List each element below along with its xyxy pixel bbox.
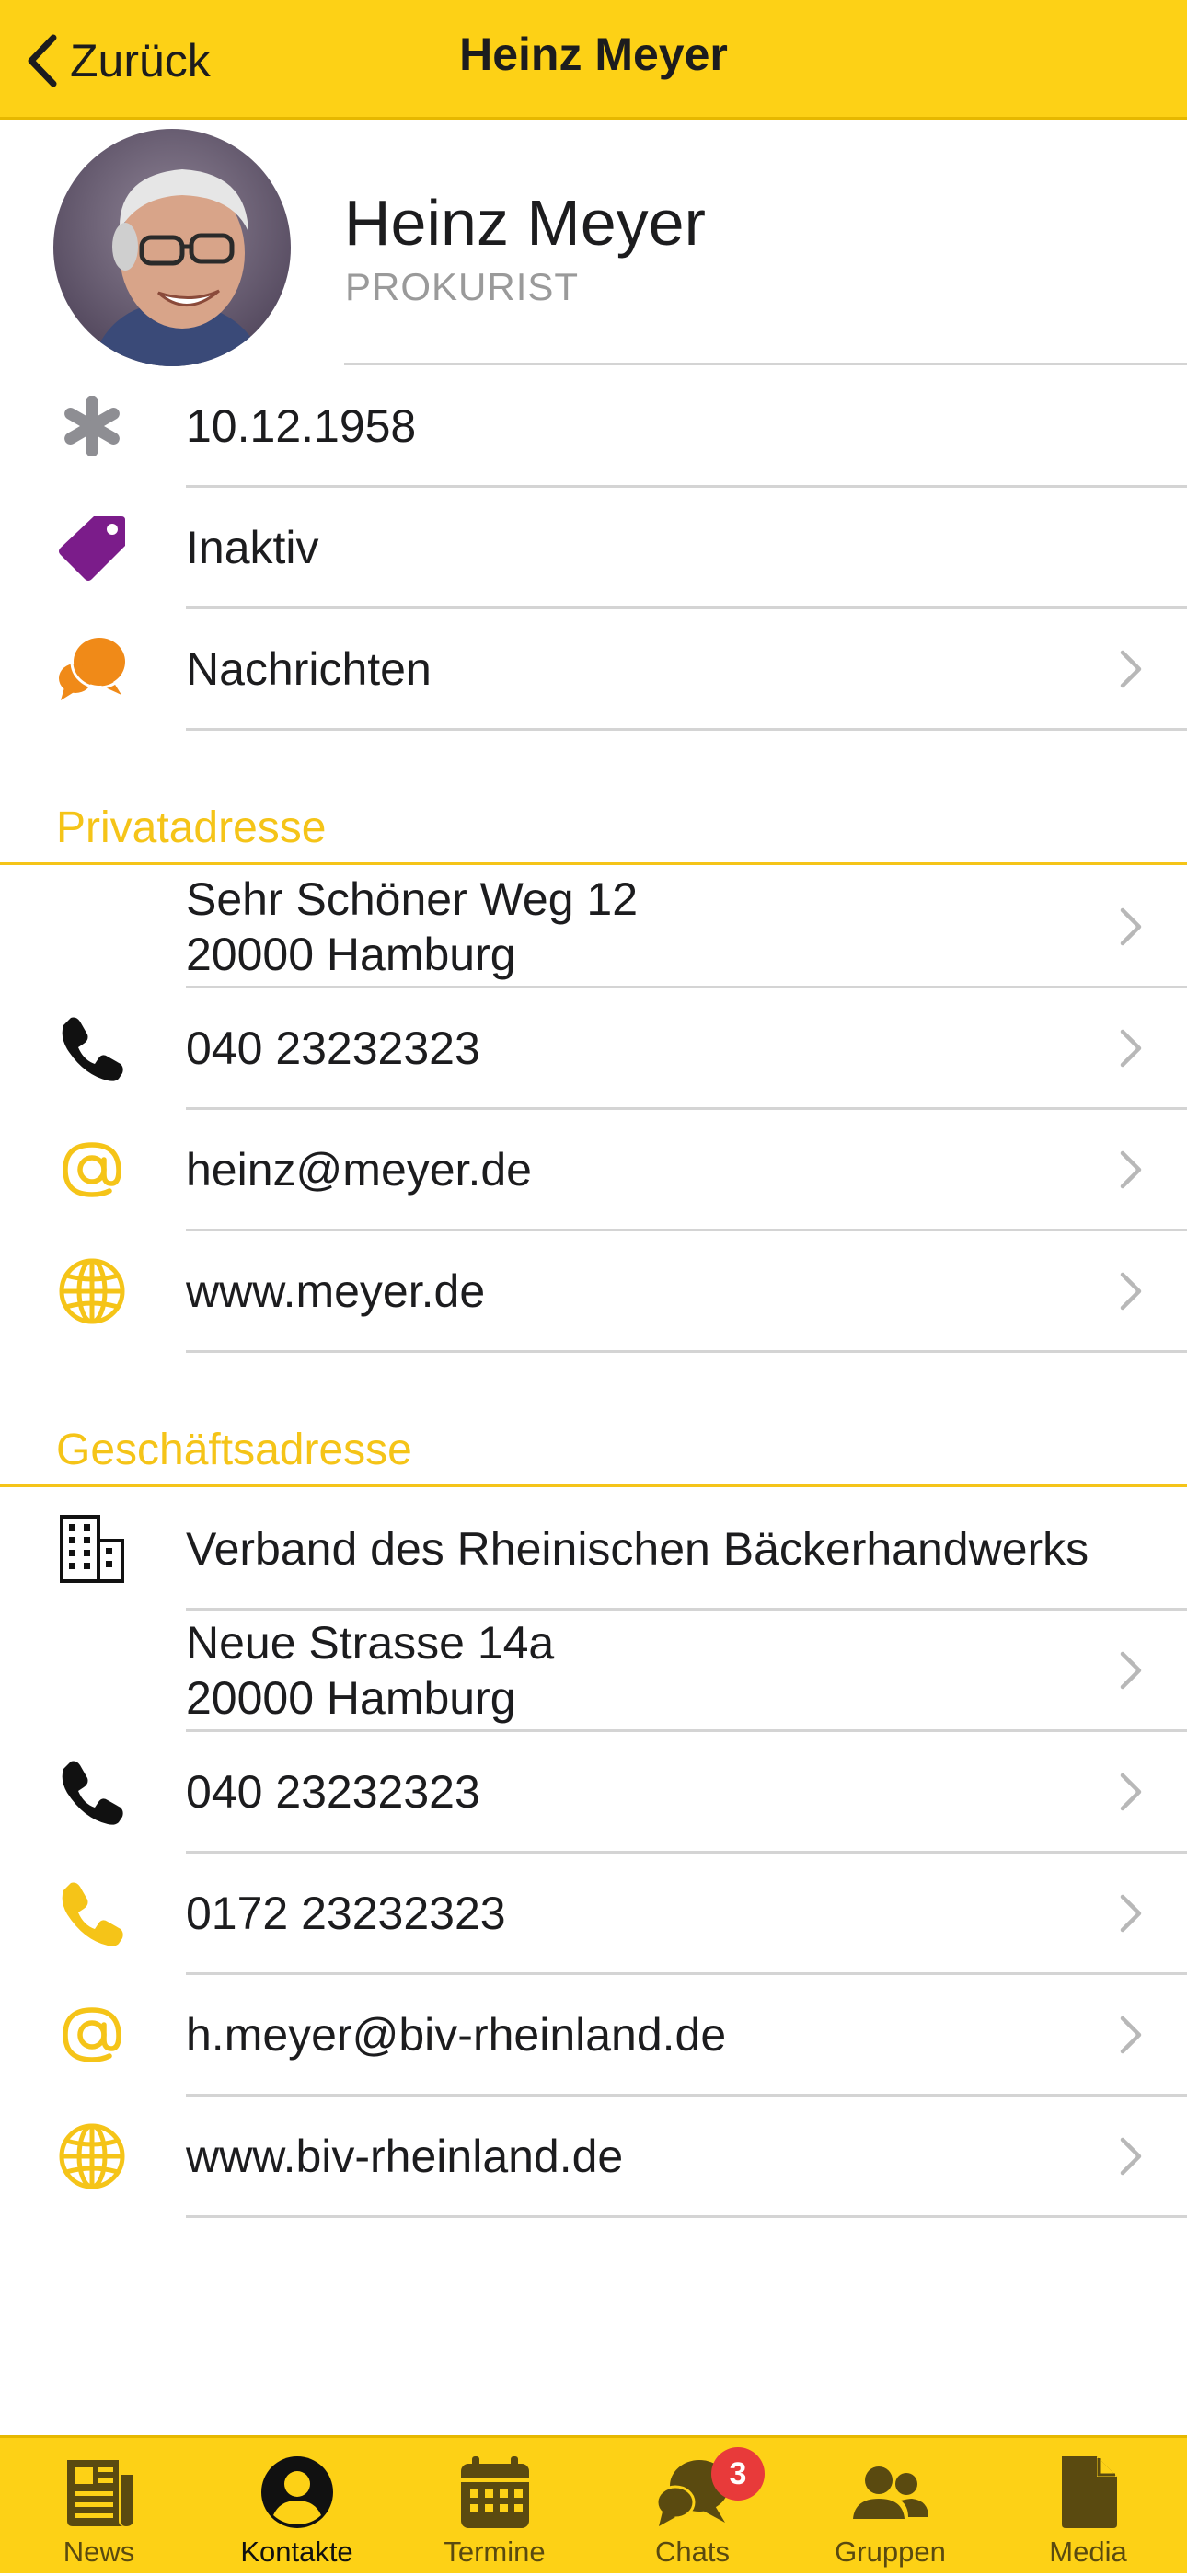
contact-role: PROKURIST (345, 265, 580, 308)
newspaper-icon (67, 2460, 133, 2526)
section-divider (0, 1484, 1187, 1487)
tab-termine[interactable]: Termine (396, 2438, 594, 2576)
phone-number: 040 23232323 (186, 1766, 480, 1818)
tab-news[interactable]: News (0, 2438, 198, 2576)
phone-icon (55, 1732, 129, 1852)
messages-row[interactable]: Nachrichten (0, 609, 1187, 731)
company-name: Verband des Rheinischen Bäckerhandwerks (186, 1523, 1089, 1575)
status-text: Inaktiv (186, 522, 319, 573)
chevron-right-icon (1120, 1272, 1142, 1311)
address-line-1: Sehr Schöner Weg 12 (186, 873, 639, 925)
email-address: h.meyer@biv-rheinland.de (186, 2009, 727, 2061)
status-row: Inaktiv (0, 488, 1187, 609)
divider (186, 2215, 1187, 2218)
section-title: Geschäftsadresse (56, 1426, 412, 1474)
document-icon (1062, 2456, 1117, 2528)
business-website-row[interactable]: www.biv-rheinland.de (0, 2097, 1187, 2218)
globe-icon (55, 1231, 129, 1351)
divider (344, 363, 1187, 365)
building-icon (55, 1489, 129, 1609)
chevron-right-icon (1120, 1651, 1142, 1690)
chat-bubbles-icon (55, 609, 129, 729)
tab-label: Termine (444, 2536, 546, 2568)
private-phone-row[interactable]: 040 23232323 (0, 988, 1187, 1110)
tab-chats[interactable]: 3 Chats (594, 2438, 791, 2576)
tab-label: Media (1049, 2536, 1127, 2568)
contact-name: Heinz Meyer (344, 187, 706, 259)
globe-icon (55, 2097, 129, 2216)
navigation-bar: Zurück Heinz Meyer (0, 0, 1187, 120)
group-icon (853, 2466, 928, 2519)
at-icon (55, 1975, 129, 2095)
chevron-right-icon (1120, 650, 1142, 688)
email-address: heinz@meyer.de (186, 1144, 532, 1196)
section-header-business: Geschäftsadresse (0, 1414, 1187, 1487)
company-row: Verband des Rheinischen Bäckerhandwerks (0, 1489, 1187, 1611)
chevron-right-icon (1120, 907, 1142, 946)
website-url: www.biv-rheinland.de (186, 2131, 624, 2182)
divider (186, 728, 1187, 731)
calendar-icon (461, 2456, 529, 2528)
tab-label: Kontakte (240, 2536, 353, 2568)
address-line-2: 20000 Hamburg (186, 1672, 516, 1724)
divider (186, 1350, 1187, 1353)
private-email-row[interactable]: heinz@meyer.de (0, 1110, 1187, 1231)
section-title: Privatadresse (56, 803, 327, 852)
tab-gruppen[interactable]: Gruppen (791, 2438, 989, 2576)
chevron-right-icon (1120, 1029, 1142, 1068)
chevron-right-icon (1120, 2137, 1142, 2176)
tab-kontakte[interactable]: Kontakte (198, 2438, 396, 2576)
tab-media[interactable]: Media (989, 2438, 1187, 2576)
chevron-right-icon (1120, 1150, 1142, 1189)
at-icon (55, 1110, 129, 1230)
section-divider (0, 862, 1187, 865)
mobile-phone-icon (55, 1854, 129, 1973)
business-mobile-row[interactable]: 0172 23232323 (0, 1854, 1187, 1975)
profile-header: Heinz Meyer PROKURIST (0, 120, 1187, 366)
address-line-1: Neue Strasse 14a (186, 1617, 555, 1669)
chevron-right-icon (1120, 1894, 1142, 1933)
birthday-text: 10.12.1958 (186, 400, 417, 452)
address-line-2: 20000 Hamburg (186, 929, 516, 980)
chevron-right-icon (1120, 2016, 1142, 2054)
phone-icon (55, 988, 129, 1108)
messages-label: Nachrichten (186, 643, 432, 695)
page-title: Heinz Meyer (459, 29, 728, 80)
website-url: www.meyer.de (186, 1265, 486, 1317)
tab-label: Chats (655, 2536, 730, 2568)
tab-label: Gruppen (835, 2536, 946, 2568)
tab-bar: News Kontakte Termine 3 Chats Gruppen Me… (0, 2435, 1187, 2573)
avatar (53, 129, 291, 366)
chevron-right-icon (1120, 1773, 1142, 1811)
person-circle-icon (261, 2456, 333, 2528)
business-phone-row[interactable]: 040 23232323 (0, 1732, 1187, 1854)
tag-icon (55, 488, 129, 607)
mobile-number: 0172 23232323 (186, 1888, 506, 1939)
business-email-row[interactable]: h.meyer@biv-rheinland.de (0, 1975, 1187, 2097)
business-address-row[interactable]: Neue Strasse 14a 20000 Hamburg (0, 1611, 1187, 1732)
tab-label: News (63, 2536, 135, 2568)
section-header-private: Privatadresse (0, 791, 1187, 865)
private-website-row[interactable]: www.meyer.de (0, 1231, 1187, 1353)
unread-badge: 3 (711, 2447, 765, 2501)
asterisk-icon (55, 366, 129, 486)
birthday-row: 10.12.1958 (0, 366, 1187, 488)
phone-number: 040 23232323 (186, 1022, 480, 1074)
private-address-row[interactable]: Sehr Schöner Weg 12 20000 Hamburg (0, 867, 1187, 988)
